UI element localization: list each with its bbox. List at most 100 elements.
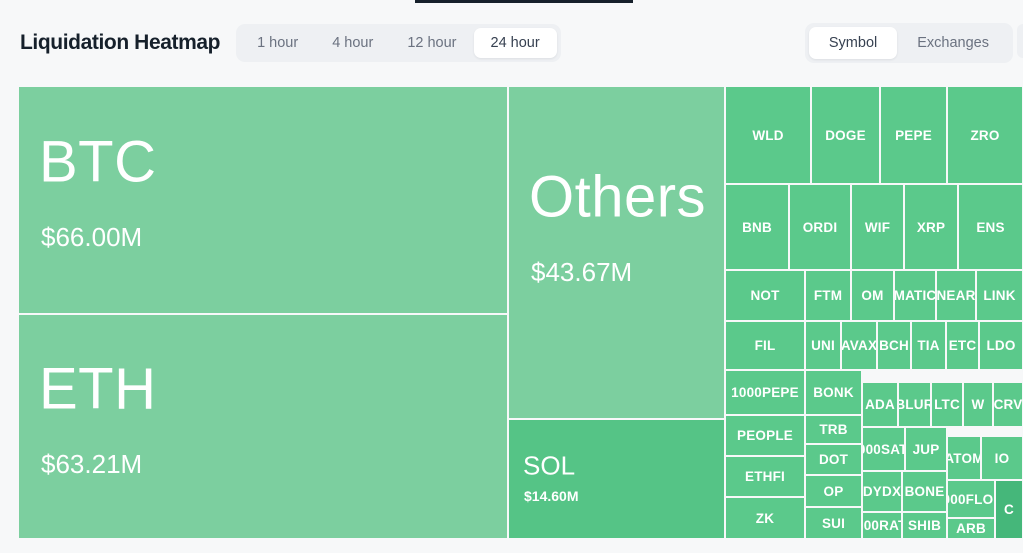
treemap-tile-om[interactable]: OM: [851, 270, 894, 321]
tab-12-hour[interactable]: 12 hour: [390, 28, 473, 58]
tile-symbol-label: ETC: [949, 338, 977, 353]
treemap-tile-dot[interactable]: DOT: [805, 444, 862, 475]
tile-symbol-label: NEAR: [936, 288, 975, 303]
tile-symbol-label: DYDX: [863, 484, 901, 499]
tab-symbol[interactable]: Symbol: [809, 27, 897, 59]
tile-symbol-label: BONK: [813, 385, 854, 400]
treemap-tile-atom[interactable]: ATOM: [947, 436, 981, 480]
tile-symbol-label: ORDI: [803, 220, 838, 235]
treemap-tile-ftm[interactable]: FTM: [805, 270, 851, 321]
treemap-tile-not[interactable]: NOT: [725, 270, 805, 321]
treemap-tile-link[interactable]: LINK: [976, 270, 1023, 321]
grouping-tab-group[interactable]: SymbolExchanges: [805, 23, 1013, 63]
tile-symbol-label: C: [1004, 502, 1014, 517]
tile-value-label: $63.21M: [41, 449, 142, 480]
page-top-accent-bar: [415, 0, 633, 3]
page-title: Liquidation Heatmap: [20, 31, 220, 55]
treemap-tile-c[interactable]: C: [995, 480, 1023, 539]
treemap-tile-bonk[interactable]: BONK: [805, 370, 862, 415]
tile-symbol-label: 1000SATS: [862, 442, 905, 457]
treemap-tile-etc[interactable]: ETC: [946, 321, 979, 370]
tile-symbol-label: DOGE: [825, 128, 866, 143]
tile-symbol-label: FIL: [755, 338, 776, 353]
treemap-tile-crv[interactable]: CRV: [993, 382, 1023, 427]
treemap-tile-people[interactable]: PEOPLE: [725, 415, 805, 456]
treemap-tile-xrp[interactable]: XRP: [904, 184, 958, 270]
treemap-tile-others[interactable]: Others$43.67M: [508, 86, 725, 419]
tile-symbol-label: ETHFI: [745, 469, 785, 484]
treemap-tile-btc[interactable]: BTC$66.00M: [18, 86, 508, 314]
tile-symbol-label: LDO: [986, 338, 1015, 353]
tile-symbol-label: TRB: [819, 422, 847, 437]
tile-symbol-label: MATIC: [894, 288, 936, 303]
tile-symbol-label: LINK: [983, 288, 1015, 303]
treemap-tile-bone[interactable]: BONE: [902, 471, 947, 512]
tile-symbol-label: ATOM: [947, 451, 981, 466]
tile-symbol-label: W: [972, 397, 985, 412]
tab-24-hour[interactable]: 24 hour: [474, 28, 557, 58]
tile-symbol-label: FTM: [814, 288, 842, 303]
treemap-tile-trb[interactable]: TRB: [805, 415, 862, 444]
treemap-tile-sui[interactable]: SUI: [805, 507, 862, 539]
treemap-tile-eth[interactable]: ETH$63.21M: [18, 314, 508, 539]
treemap-tile-ethfi[interactable]: ETHFI: [725, 456, 805, 497]
treemap-tile-avax[interactable]: AVAX: [841, 321, 877, 370]
tile-symbol-label: PEPE: [895, 128, 932, 143]
tile-symbol-label: 1000PEPE: [731, 385, 799, 400]
tab-4-hour[interactable]: 4 hour: [315, 28, 390, 58]
treemap-tile-near[interactable]: NEAR: [936, 270, 976, 321]
treemap-tile-uni[interactable]: UNI: [805, 321, 841, 370]
treemap-tile-bch[interactable]: BCH: [877, 321, 911, 370]
treemap-tile-1000rats[interactable]: 1000RATS: [862, 512, 902, 539]
tile-symbol-label: ZRO: [970, 128, 999, 143]
treemap-tile-1000floki[interactable]: 1000FLOKI: [947, 480, 995, 518]
tile-symbol-label: ADA: [865, 397, 895, 412]
tile-symbol-label: BNB: [742, 220, 772, 235]
treemap-tile-wld[interactable]: WLD: [725, 86, 811, 184]
treemap-tile-arb[interactable]: ARB: [947, 518, 995, 539]
tab-exchanges[interactable]: Exchanges: [897, 27, 1009, 59]
tile-symbol-label: OP: [824, 484, 844, 499]
treemap-tile-ltc[interactable]: LTC: [931, 382, 963, 427]
tile-symbol-label: 1000FLOKI: [947, 492, 995, 507]
treemap-tile-fil[interactable]: FIL: [725, 321, 805, 370]
tile-value-label: $43.67M: [531, 257, 632, 288]
treemap-tile-blur[interactable]: BLUR: [898, 382, 931, 427]
tile-symbol-label: SHIB: [908, 518, 941, 533]
tab-1-hour[interactable]: 1 hour: [240, 28, 315, 58]
treemap-tile-zro[interactable]: ZRO: [947, 86, 1023, 184]
tile-symbol-label: ARB: [956, 521, 986, 536]
heatmap-header: Liquidation Heatmap 1 hour4 hour12 hour2…: [0, 14, 1023, 72]
treemap-tile-1000pepe[interactable]: 1000PEPE: [725, 370, 805, 415]
tile-symbol-label: TIA: [917, 338, 939, 353]
tile-symbol-label: UNI: [811, 338, 835, 353]
treemap-tile-ens[interactable]: ENS: [958, 184, 1023, 270]
treemap-tile-op[interactable]: OP: [805, 475, 862, 507]
treemap-tile-jup[interactable]: JUP: [905, 427, 947, 471]
period-tab-group[interactable]: 1 hour4 hour12 hour24 hour: [236, 24, 561, 62]
treemap-tile-dydx[interactable]: DYDX: [862, 471, 902, 512]
treemap-tile-w[interactable]: W: [963, 382, 993, 427]
treemap-tile-ada[interactable]: ADA: [862, 382, 898, 427]
tile-symbol-label: 1000RATS: [862, 518, 902, 533]
treemap-tile-1000sats[interactable]: 1000SATS: [862, 427, 905, 471]
treemap-tile-pepe[interactable]: PEPE: [880, 86, 947, 184]
offscreen-control-sliver[interactable]: [1017, 24, 1023, 58]
tile-symbol-label: CRV: [994, 397, 1023, 412]
treemap-tile-ldo[interactable]: LDO: [979, 321, 1023, 370]
tile-symbol-label: SUI: [822, 516, 845, 531]
treemap-tile-matic[interactable]: MATIC: [894, 270, 936, 321]
treemap-tile-tia[interactable]: TIA: [911, 321, 946, 370]
tile-symbol-label: WLD: [752, 128, 783, 143]
treemap-tile-bnb[interactable]: BNB: [725, 184, 789, 270]
tile-symbol-label: DOT: [819, 452, 848, 467]
treemap-tile-zk[interactable]: ZK: [725, 497, 805, 539]
treemap-tile-sol[interactable]: SOL$14.60M: [508, 419, 725, 539]
treemap-tile-ordi[interactable]: ORDI: [789, 184, 851, 270]
tile-symbol-label: IO: [995, 451, 1010, 466]
treemap-tile-io[interactable]: IO: [981, 436, 1023, 480]
treemap-tile-doge[interactable]: DOGE: [811, 86, 880, 184]
treemap-tile-shib[interactable]: SHIB: [902, 512, 947, 539]
treemap-tile-wif[interactable]: WIF: [851, 184, 904, 270]
liquidation-treemap: BTC$66.00METH$63.21MOthers$43.67MSOL$14.…: [0, 86, 1023, 539]
